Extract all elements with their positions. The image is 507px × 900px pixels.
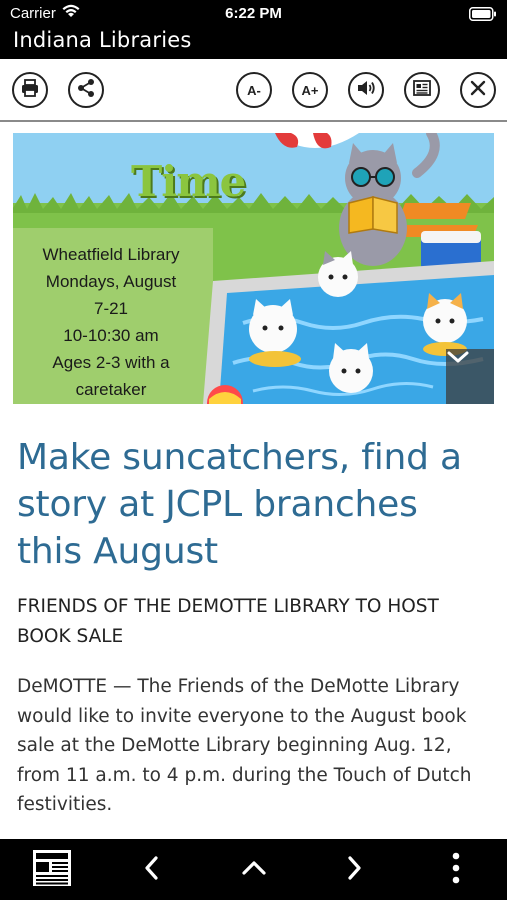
- status-time: 6:22 PM: [225, 5, 282, 22]
- reader-view-button[interactable]: [404, 72, 440, 108]
- share-icon: [76, 78, 96, 102]
- more-options-button[interactable]: [426, 839, 486, 900]
- poster-details: Wheatfield Library Mondays, August 7-21 …: [13, 241, 209, 403]
- close-button[interactable]: [460, 72, 496, 108]
- article-body: DeMOTTE — The Friends of the DeMotte Lib…: [17, 676, 472, 815]
- print-button[interactable]: [12, 72, 48, 108]
- app-title: Indiana Libraries: [13, 28, 192, 52]
- article-icon: [412, 78, 432, 102]
- poster-line: caretaker: [75, 380, 147, 399]
- next-article-button[interactable]: [324, 839, 384, 900]
- audio-button[interactable]: [348, 72, 384, 108]
- font-increase-label: A+: [301, 82, 319, 98]
- article-hero-image[interactable]: Time Wheatfield Library Mondays, August …: [13, 133, 494, 404]
- article-subhead: FRIENDS OF THE DEMOTTE LIBRARY TO HOST B…: [17, 596, 439, 647]
- battery-icon: [469, 7, 497, 25]
- bottom-navigation-bar: [0, 839, 507, 900]
- poster-line: Wheatfield Library: [42, 245, 180, 264]
- poster-line: 7-21: [93, 299, 129, 318]
- previous-article-button[interactable]: [122, 839, 182, 900]
- more-vertical-icon: [451, 852, 461, 888]
- edition-button[interactable]: [22, 839, 82, 900]
- expand-image-button[interactable]: [446, 349, 494, 404]
- share-button[interactable]: [68, 72, 104, 108]
- newspaper-icon: [31, 848, 73, 892]
- article-toolbar: A- A+: [0, 59, 507, 122]
- speaker-icon: [356, 78, 376, 102]
- status-bar: Carrier 6:22 PM: [0, 0, 507, 28]
- printer-icon: [20, 78, 40, 102]
- poster-line: 10-10:30 am: [63, 326, 159, 345]
- chevron-up-icon: [241, 858, 267, 882]
- font-decrease-button[interactable]: A-: [236, 72, 272, 108]
- font-increase-button[interactable]: A+: [292, 72, 328, 108]
- close-icon: [468, 78, 488, 102]
- poster-line: Ages 2-3 with a: [52, 353, 170, 372]
- poster-line: Mondays, August: [45, 272, 177, 291]
- scroll-top-button[interactable]: [224, 839, 284, 900]
- chevron-left-icon: [142, 855, 162, 885]
- title-bar: Indiana Libraries: [0, 28, 507, 59]
- article-headline: Make suncatchers, find a story at JCPL b…: [17, 437, 462, 572]
- font-decrease-label: A-: [247, 82, 261, 98]
- poster-title: Time: [131, 157, 246, 206]
- chevron-right-icon: [344, 855, 364, 885]
